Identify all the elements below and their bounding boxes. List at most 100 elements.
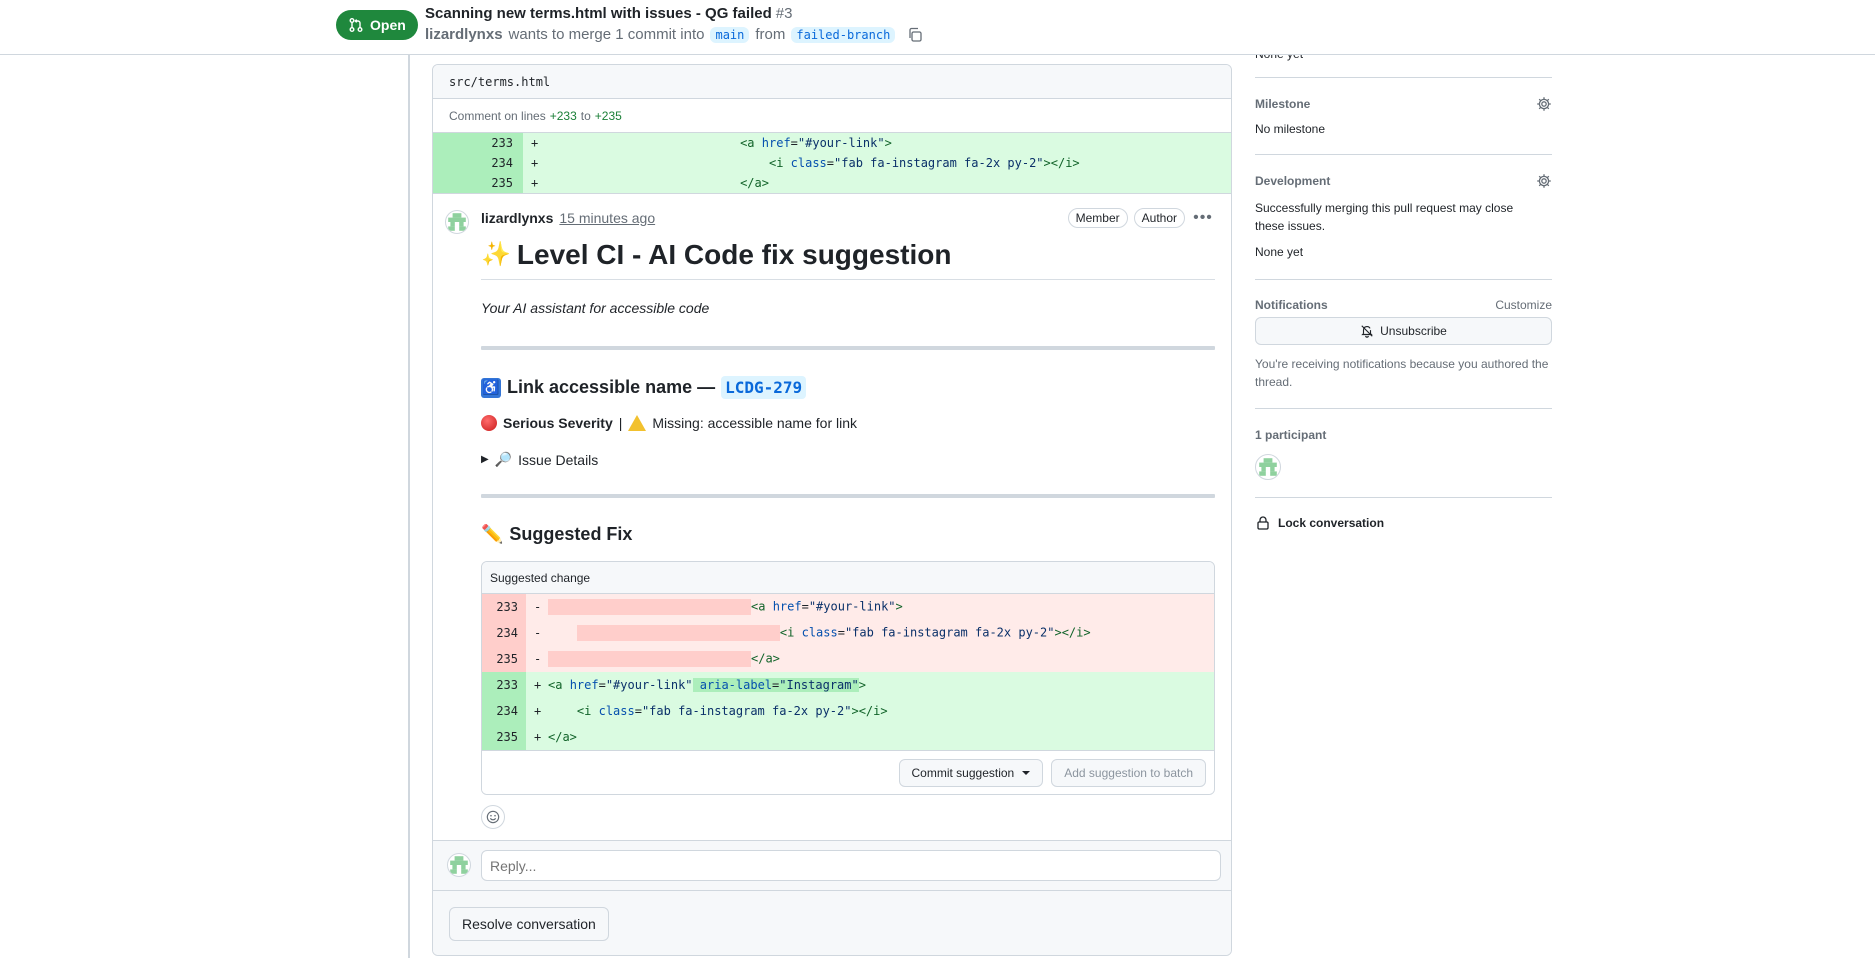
- diff-row: 235 + </a>: [482, 724, 1214, 750]
- lock-conversation-label[interactable]: Lock conversation: [1278, 516, 1384, 530]
- comment-on-prefix: Comment on lines: [449, 108, 546, 123]
- comment-timestamp[interactable]: 15 minutes ago: [559, 210, 655, 226]
- pr-number: #3: [775, 5, 793, 22]
- identicon-icon: [1259, 458, 1277, 476]
- author-badge: Author: [1133, 208, 1185, 228]
- notifications-reason: You're receiving notifications because y…: [1255, 357, 1549, 389]
- line-number: 235: [433, 173, 523, 193]
- reply-input[interactable]: [481, 850, 1221, 881]
- pr-title[interactable]: Scanning new terms.html with issues - QG…: [425, 5, 792, 22]
- comment-tagline: Your AI assistant for accessible code: [481, 300, 710, 316]
- commit-suggestion-button[interactable]: Commit suggestion: [898, 758, 1044, 787]
- diff-sign: +: [531, 156, 539, 170]
- issue-heading: ♿ Link accessible name — LCDG-279: [481, 376, 1215, 399]
- commit-suggestion-label[interactable]: Commit suggestion: [912, 766, 1015, 780]
- line-number: 233: [482, 672, 526, 698]
- diff-code: <a href="#your-link">: [740, 136, 892, 150]
- smiley-icon-glyph: [486, 810, 500, 824]
- issue-title: Link accessible name —: [507, 377, 716, 397]
- customize-link[interactable]: Customize: [1495, 298, 1552, 312]
- line-start: +233: [549, 108, 577, 123]
- thread-file-path[interactable]: src/terms.html: [433, 65, 1231, 99]
- line-end: +235: [594, 108, 622, 123]
- comment-on-lines: Comment on lines +233 to +235: [433, 99, 1231, 132]
- issue-details-label[interactable]: Issue Details: [518, 452, 598, 468]
- head-branch[interactable]: failed-branch: [791, 26, 896, 43]
- lock-icon[interactable]: [1255, 515, 1271, 531]
- issue-code: LCDG-279: [721, 376, 807, 399]
- unsubscribe-button[interactable]: Unsubscribe: [1255, 317, 1552, 345]
- line-number: 234: [482, 620, 526, 646]
- development-text: Successfully merging this pull request m…: [1255, 201, 1514, 233]
- severity-separator: |: [618, 415, 623, 431]
- milestone-title[interactable]: Milestone: [1255, 97, 1310, 111]
- gear-icon[interactable]: [1536, 173, 1552, 189]
- member-badge: Member: [1067, 208, 1128, 228]
- warning-icon: [628, 415, 647, 431]
- suggestion-actions: Commit suggestion Add suggestion to batc…: [482, 750, 1214, 794]
- sidebar-section-participants: 1 participant: [1255, 409, 1552, 498]
- diff-code: </a>: [740, 176, 769, 190]
- identicon-icon: [450, 856, 468, 874]
- context-diff: 233 + <a href="#your-link"> 234 + <i cla…: [433, 132, 1231, 193]
- participant-avatar[interactable]: [1255, 454, 1281, 480]
- suggested-change-box: Suggested change 233 - <a href="#your-li…: [481, 561, 1215, 795]
- git-pull-request-icon: [349, 18, 363, 32]
- diff-sign: +: [531, 136, 539, 150]
- comment-badges: Member Author •••: [1067, 208, 1215, 228]
- unsubscribe-label[interactable]: Unsubscribe: [1380, 324, 1447, 338]
- gear-icon[interactable]: [1536, 96, 1552, 112]
- pr-merge-text: wants to merge 1 commit into: [508, 26, 705, 43]
- pr-author-link[interactable]: lizardlynxs: [425, 26, 503, 43]
- diff-sign: -: [534, 600, 542, 614]
- severity-line: Serious Severity | Missing: accessible n…: [481, 415, 1215, 431]
- suggested-change-header: Suggested change: [482, 562, 1214, 594]
- diff-row: 234 - <i class="fab fa-instagram fa-2x p…: [482, 620, 1214, 646]
- line-number: 233: [433, 133, 523, 153]
- comment-heading: ✨ Level CI - AI Code fix suggestion: [481, 238, 1215, 280]
- diff-code: <a href="#your-link" aria-label="Instagr…: [548, 678, 866, 692]
- add-to-batch-button[interactable]: Add suggestion to batch: [1051, 758, 1206, 787]
- diff-sign: -: [534, 652, 542, 666]
- diff-sign: -: [534, 626, 542, 640]
- development-title[interactable]: Development: [1255, 174, 1330, 188]
- bell-slash-icon: [1361, 325, 1373, 338]
- diff-code: <i class="fab fa-instagram fa-2x py-2"><…: [576, 704, 888, 718]
- pr-state-badge: Open: [336, 10, 418, 40]
- sidebar-section-development: Development Successfully merging this pu…: [1255, 155, 1552, 280]
- review-thread: src/terms.html Comment on lines +233 to …: [432, 64, 1232, 956]
- comment-author[interactable]: lizardlynxs: [481, 210, 553, 226]
- sidebar-section-milestone: Milestone No milestone: [1255, 78, 1552, 155]
- diff-code: <a href="#your-link">: [548, 599, 903, 615]
- pr-sticky-header: Open Scanning new terms.html with issues…: [0, 0, 1875, 55]
- diff-row: 233 - <a href="#your-link">: [482, 594, 1214, 620]
- reply-row: [433, 840, 1231, 890]
- diff-sign: +: [534, 730, 542, 744]
- notifications-title: Notifications: [1255, 298, 1328, 312]
- timeline-line: [408, 55, 410, 958]
- pr-title-text[interactable]: Scanning new terms.html with issues - QG…: [425, 5, 772, 22]
- divider: [481, 494, 1215, 498]
- smiley-icon[interactable]: [481, 805, 505, 829]
- pr-sidebar: None yet Milestone No milestone Developm…: [1255, 44, 1552, 548]
- avatar[interactable]: [445, 210, 469, 234]
- copy-icon[interactable]: [907, 27, 923, 43]
- avatar[interactable]: [447, 853, 471, 877]
- chevron-down-icon[interactable]: [1022, 770, 1031, 775]
- resolve-row: Resolve conversation: [433, 890, 1231, 955]
- disclosure-triangle-icon[interactable]: ▶: [481, 454, 489, 465]
- lock-conversation[interactable]: Lock conversation: [1255, 498, 1552, 548]
- issue-details-toggle[interactable]: ▶ 🔎 Issue Details: [481, 451, 1215, 468]
- suggested-fix-text: Suggested Fix: [509, 524, 633, 544]
- diff-code: <i class="fab fa-instagram fa-2x py-2"><…: [548, 625, 1091, 641]
- diff-sign: +: [534, 704, 542, 718]
- context-diff-row: 235 + </a>: [433, 173, 1231, 193]
- pr-from-text: from: [755, 26, 786, 43]
- line-number: 235: [482, 724, 526, 750]
- file-path-text[interactable]: src/terms.html: [449, 75, 550, 89]
- milestone-value: No milestone: [1255, 122, 1326, 136]
- line-number: 234: [433, 153, 523, 173]
- base-branch[interactable]: main: [710, 26, 750, 43]
- kebab-horizontal-icon[interactable]: •••: [1191, 209, 1215, 227]
- resolve-conversation-button[interactable]: Resolve conversation: [449, 907, 609, 941]
